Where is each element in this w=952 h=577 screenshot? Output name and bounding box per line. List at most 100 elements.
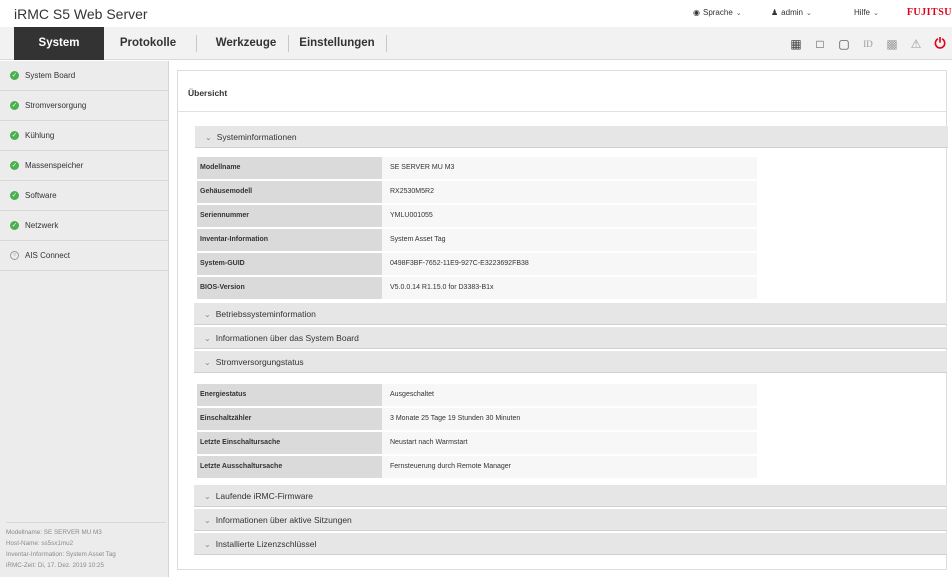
warning-icon[interactable]: ⚠ xyxy=(904,27,928,60)
section-stromversorgungstatus[interactable]: ⌄ Stromversorgungstatus xyxy=(194,351,947,373)
video-icon[interactable]: ▩ xyxy=(880,27,904,60)
sidebar-item-label: Software xyxy=(25,191,57,200)
arrow-icon: ⌄ xyxy=(204,492,211,501)
section-label: Systeminformationen xyxy=(216,132,297,142)
chevron-down-icon: ⌄ xyxy=(873,9,879,17)
sidebar-item-kuehlung[interactable]: ✓ Kühlung xyxy=(0,121,168,151)
system-summary: Modellname: SE SERVER MU M3 Host-Name: s… xyxy=(6,522,166,571)
sidebar-item-system-board[interactable]: ✓ System Board xyxy=(0,61,168,91)
sidebar-item-stromversorgung[interactable]: ✓ Stromversorgung xyxy=(0,91,168,121)
section-label: Stromversorgungstatus xyxy=(215,357,304,367)
nav-divider xyxy=(288,35,289,52)
row-key: Letzte Ausschaltursache xyxy=(197,456,382,478)
sidebar-item-label: Kühlung xyxy=(25,131,55,140)
arrow-icon: ⌄ xyxy=(204,358,211,367)
tab-protokolle[interactable]: Protokolle xyxy=(108,27,188,60)
arrow-icon: ⌄ xyxy=(204,334,211,343)
app-title: iRMC S5 Web Server xyxy=(14,6,148,22)
row-key: Letzte Einschaltursache xyxy=(197,432,382,454)
check-icon: ✓ xyxy=(10,131,19,140)
system-info-table: Modellname SE SERVER MU M3 Gehäusemodell… xyxy=(197,157,757,301)
row-value: Fernsteuerung durch Remote Manager xyxy=(382,456,757,478)
row-key: Seriennummer xyxy=(197,205,382,227)
row-value: SE SERVER MU M3 xyxy=(382,157,757,179)
arrow-icon: ⌄ xyxy=(204,540,211,549)
power-icon[interactable]: ⏻ xyxy=(928,27,952,60)
chevron-down-icon: ⌄ xyxy=(805,9,812,17)
power-status-table: Energiestatus Ausgeschaltet Einschaltzäh… xyxy=(197,384,757,480)
table-row: Modellname SE SERVER MU M3 xyxy=(197,157,757,179)
row-key: System-GUID xyxy=(197,253,382,275)
table-row: Gehäusemodell RX2530M5R2 xyxy=(197,181,757,203)
section-label: Installierte Lizenzschlüssel xyxy=(215,539,317,549)
nav-divider xyxy=(386,35,387,52)
sidebar-item-netzwerk[interactable]: ✓ Netzwerk xyxy=(0,211,168,241)
sidebar-item-label: Netzwerk xyxy=(25,221,59,230)
section-label: Laufende iRMC-Firmware xyxy=(215,491,314,501)
row-key: Gehäusemodell xyxy=(197,181,382,203)
help-menu[interactable]: Hilfe ⌄ xyxy=(854,8,879,17)
arrow-icon: ⌄ xyxy=(204,516,211,525)
id-icon[interactable]: ID xyxy=(856,27,880,60)
check-icon: ✓ xyxy=(10,101,19,110)
table-row: Letzte Einschaltursache Neustart nach Wa… xyxy=(197,432,757,454)
section-label: Betriebssysteminformation xyxy=(215,309,316,319)
section-label: Informationen über das System Board xyxy=(215,333,359,343)
section-label: Informationen über aktive Sitzungen xyxy=(215,515,352,525)
row-value: 3 Monate 25 Tage 19 Stunden 30 Minuten xyxy=(382,408,757,430)
dashboard-icon[interactable]: ▦ xyxy=(784,27,808,60)
table-row: Letzte Ausschaltursache Fernsteuerung du… xyxy=(197,456,757,478)
summary-hostname: Host-Name: ss5sx1mu2 xyxy=(6,540,74,547)
check-icon: ✓ xyxy=(10,221,19,230)
section-license-keys[interactable]: ⌄ Installierte Lizenzschlüssel xyxy=(194,533,947,555)
row-key: Energiestatus xyxy=(197,384,382,406)
section-betriebssysteminformation[interactable]: ⌄ Betriebssysteminformation xyxy=(194,303,947,325)
tab-werkzeuge[interactable]: Werkzeuge xyxy=(206,27,286,60)
table-row: Energiestatus Ausgeschaltet xyxy=(197,384,757,406)
section-active-sessions[interactable]: ⌄ Informationen über aktive Sitzungen xyxy=(194,509,947,531)
user-label: admin xyxy=(781,8,803,17)
toolbar-icons: ▦ □ ▢ ID ▩ ⚠ ⏻ xyxy=(784,27,952,60)
row-value: YMLU001055 xyxy=(382,205,757,227)
section-system-board-info[interactable]: ⌄ Informationen über das System Board xyxy=(194,327,947,349)
summary-model: Modellname: SE SERVER MU M3 xyxy=(6,529,102,536)
row-value: V5.0.0.14 R1.15.0 for D3383-B1x xyxy=(382,277,757,299)
main-nav: System Protokolle Werkzeuge Einstellunge… xyxy=(0,27,952,60)
tab-einstellungen[interactable]: Einstellungen xyxy=(292,27,382,60)
table-row: BIOS-Version V5.0.0.14 R1.15.0 for D3383… xyxy=(197,277,757,299)
check-icon: ✓ xyxy=(10,161,19,170)
sidebar-item-label: System Board xyxy=(25,71,76,80)
section-irmc-firmware[interactable]: ⌄ Laufende iRMC-Firmware xyxy=(194,485,947,507)
top-bar: iRMC S5 Web Server ◉ Sprache ⌄ ♟ admin ⌄… xyxy=(0,0,952,27)
table-row: Inventar-Information System Asset Tag xyxy=(197,229,757,251)
user-menu[interactable]: ♟ admin ⌄ xyxy=(771,8,812,17)
check-icon: ✓ xyxy=(10,71,19,80)
sidebar-item-software[interactable]: ✓ Software xyxy=(0,181,168,211)
page-title: Übersicht xyxy=(188,88,228,98)
summary-inventory: Inventar-Information: System Asset Tag xyxy=(6,551,116,558)
section-systeminformationen[interactable]: ⌄ Systeminformationen xyxy=(195,126,948,148)
sidebar-item-label: AIS Connect xyxy=(25,251,70,260)
row-value: Ausgeschaltet xyxy=(382,384,757,406)
table-row: System-GUID 0498F3BF-7652-11E9-927C-E322… xyxy=(197,253,757,275)
user-icon: ♟ xyxy=(771,8,779,17)
help-label: Hilfe xyxy=(854,8,871,17)
window-icon[interactable]: ▢ xyxy=(832,27,856,60)
row-value: System Asset Tag xyxy=(382,229,757,251)
language-label: Sprache xyxy=(702,8,733,17)
sidebar: ✓ System Board ✓ Stromversorgung ✓ Kühlu… xyxy=(0,61,169,577)
message-icon[interactable]: □ xyxy=(808,27,832,60)
sidebar-item-ais-connect[interactable]: ○ AIS Connect xyxy=(0,241,168,271)
row-value: 0498F3BF-7652-11E9-927C-E3223692FB38 xyxy=(382,253,757,275)
row-key: BIOS-Version xyxy=(197,277,382,299)
row-key: Inventar-Information xyxy=(197,229,382,251)
language-menu[interactable]: ◉ Sprache ⌄ xyxy=(693,8,742,17)
arrow-icon: ⌄ xyxy=(205,133,212,142)
table-row: Einschaltzähler 3 Monate 25 Tage 19 Stun… xyxy=(197,408,757,430)
check-icon: ✓ xyxy=(10,191,19,200)
table-row: Seriennummer YMLU001055 xyxy=(197,205,757,227)
sidebar-item-massenspeicher[interactable]: ✓ Massenspeicher xyxy=(0,151,168,181)
globe-icon: ◉ xyxy=(693,8,700,17)
tab-system[interactable]: System xyxy=(14,27,104,60)
summary-time: iRMC-Zeit: Di, 17. Dez. 2019 10:25 xyxy=(6,562,104,569)
